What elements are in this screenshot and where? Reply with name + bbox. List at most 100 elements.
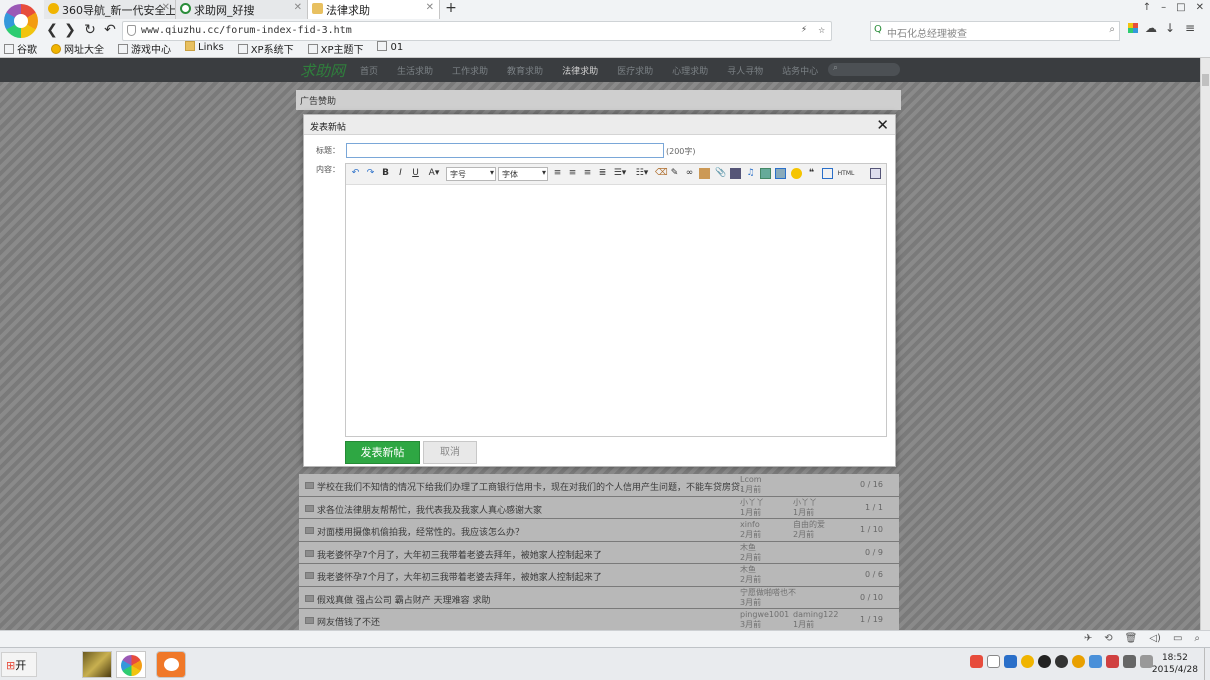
tab-close-icon[interactable]: ✕: [426, 2, 434, 13]
align-right-icon[interactable]: ≡: [582, 168, 593, 179]
font-family-select[interactable]: 字体: [498, 167, 548, 181]
bookmark-item[interactable]: 网址大全: [51, 41, 104, 57]
undo-close-icon[interactable]: ↶: [102, 22, 118, 38]
table-row[interactable]: 学校在我们不知情的情况下给我们办理了工商银行信用卡，现在对我们的个人信用产生问题…: [299, 474, 899, 497]
shield-icon[interactable]: [1004, 655, 1017, 668]
favorite-star-icon[interactable]: ☆: [818, 23, 825, 36]
tab-close-icon[interactable]: ✕: [294, 2, 302, 13]
thread-title[interactable]: 对面楼用摄像机偷拍我，经常性的。我应该怎么办？: [317, 525, 742, 538]
minimize-icon[interactable]: –: [1161, 2, 1166, 13]
eraser-icon[interactable]: ⌫: [655, 168, 668, 179]
bookmark-item[interactable]: XP主题下: [307, 41, 363, 57]
thread-author[interactable]: xinfo 2月前: [740, 520, 761, 540]
search-box[interactable]: Q 中石化总经理被查 ⌕: [870, 21, 1120, 41]
video-icon[interactable]: [730, 168, 741, 179]
tab-legal-help[interactable]: 法律求助 ✕: [308, 0, 440, 19]
menu-icon[interactable]: ≡: [1185, 21, 1195, 35]
font-color-icon[interactable]: A▾: [425, 168, 443, 179]
site-logo[interactable]: 求助网: [300, 60, 345, 81]
page-scrollbar[interactable]: [1200, 58, 1210, 630]
attachment-icon[interactable]: 📎: [715, 168, 726, 179]
show-desktop-button[interactable]: [1204, 648, 1210, 680]
unlink-icon[interactable]: [699, 168, 710, 179]
thread-author[interactable]: 木鱼 2月前: [740, 565, 761, 585]
table-row[interactable]: 我老婆怀孕7个月了，大年初三我带着老婆去拜年，被她家人控制起来了 木鱼 2月前 0 /…: [299, 541, 899, 564]
menu-item[interactable]: 教育求助: [507, 64, 543, 77]
thread-author[interactable]: 木鱼 2月前: [740, 543, 761, 563]
window-icon[interactable]: ▭: [1173, 633, 1182, 644]
submit-post-button[interactable]: 发表新帖: [345, 441, 420, 464]
menu-item[interactable]: 首页: [360, 64, 378, 77]
close-icon[interactable]: ✕: [876, 116, 889, 134]
thread-last-reply[interactable]: 小丫丫 1月前: [793, 498, 817, 518]
image-icon[interactable]: [760, 168, 771, 179]
qq-icon[interactable]: [1055, 655, 1068, 668]
tab-qiuzhu-search[interactable]: 求助网_好搜 ✕: [176, 0, 308, 19]
site-search-input[interactable]: ⌕: [828, 63, 900, 76]
cloud-icon[interactable]: ☁: [1145, 21, 1157, 35]
bookmark-item[interactable]: Links: [185, 41, 224, 57]
menu-item[interactable]: 生活求助: [397, 64, 433, 77]
pin-icon[interactable]: ↑: [1143, 2, 1151, 13]
bullet-list-icon[interactable]: ☰▾: [611, 168, 629, 179]
start-button[interactable]: ⊞开始: [1, 652, 37, 677]
thread-author[interactable]: Lcom 1月前: [740, 475, 762, 495]
thread-last-reply[interactable]: 自由的爱 2月前: [793, 520, 825, 540]
editor-body[interactable]: [346, 186, 886, 436]
bold-icon[interactable]: B: [380, 168, 391, 179]
fullscreen-icon[interactable]: [870, 168, 881, 179]
network-icon[interactable]: [1123, 655, 1136, 668]
bookmark-item[interactable]: 谷歌: [4, 41, 37, 57]
lightning-icon[interactable]: ⚡: [801, 24, 807, 35]
font-size-select[interactable]: 字号: [446, 167, 496, 181]
table-row[interactable]: 求各位法律朋友帮帮忙，我代表我及我家人真心感谢大家 小丫丫 1月前 小丫丫 1月前 1 /…: [299, 496, 899, 519]
tab-360-nav[interactable]: 360导航_新一代安全上 ✕: [44, 0, 176, 19]
bookmark-item[interactable]: XP系统下: [237, 41, 294, 57]
redo-icon[interactable]: ↷: [365, 168, 376, 179]
align-left-icon[interactable]: ≡: [552, 168, 563, 179]
title-input[interactable]: [346, 143, 664, 158]
thread-title[interactable]: 求各位法律朋友帮帮忙，我代表我及我家人真心感谢大家: [317, 503, 742, 516]
menu-item[interactable]: 寻人寻物: [727, 64, 763, 77]
scrollbar-thumb[interactable]: [1202, 74, 1209, 86]
close-window-icon[interactable]: ✕: [1196, 2, 1204, 13]
volume-icon[interactable]: ◁): [1149, 633, 1161, 644]
back-icon[interactable]: ❮: [44, 22, 60, 38]
input-method-icon[interactable]: [970, 655, 983, 668]
justify-icon[interactable]: ≣: [597, 168, 608, 179]
trash-icon[interactable]: 🗑: [1125, 633, 1138, 644]
app-tray-icon[interactable]: [1089, 655, 1102, 668]
taskbar-app-game[interactable]: [82, 651, 112, 678]
thread-title[interactable]: 网友借钱了不还: [317, 615, 742, 628]
bookmark-item[interactable]: 01: [377, 41, 403, 57]
thread-author[interactable]: pingwe1001 3月前: [740, 610, 789, 630]
numbered-list-icon[interactable]: ☷▾: [633, 168, 651, 179]
table-row[interactable]: 假戏真做 强占公司 霸占财产 天理难容 求助 宁愿做啪嗒也不 3月前 0 / 10: [299, 586, 899, 609]
format-brush-icon[interactable]: ✎: [669, 168, 680, 179]
address-bar[interactable]: www.qiuzhu.cc/forum-index-fid-3.htm ⚡ ☆: [122, 21, 832, 41]
music-icon[interactable]: ♫: [745, 168, 756, 179]
menu-item[interactable]: 心理求助: [672, 64, 708, 77]
thread-title[interactable]: 假戏真做 强占公司 霸占财产 天理难容 求助: [317, 593, 742, 606]
thread-title[interactable]: 我老婆怀孕7个月了，大年初三我带着老婆去拜年，被她家人控制起来了: [317, 570, 742, 583]
refresh-icon[interactable]: ⟲: [1104, 633, 1112, 644]
download-icon[interactable]: ↓: [1165, 21, 1175, 35]
italic-icon[interactable]: I: [395, 168, 406, 179]
app-tray-icon[interactable]: [1106, 655, 1119, 668]
table-icon[interactable]: [822, 168, 833, 179]
reload-icon[interactable]: ↻: [82, 22, 98, 38]
menu-item[interactable]: 医疗求助: [617, 64, 653, 77]
menu-item[interactable]: 工作求助: [452, 64, 488, 77]
360-safe-icon[interactable]: [1021, 655, 1034, 668]
qq-icon[interactable]: [1072, 655, 1085, 668]
bookmark-item[interactable]: 游戏中心: [118, 41, 171, 57]
zoom-icon[interactable]: ⌕: [1194, 633, 1200, 644]
taskbar-app-weibo[interactable]: [156, 651, 186, 678]
emoji-icon[interactable]: [791, 168, 802, 179]
maximize-icon[interactable]: □: [1176, 2, 1185, 13]
clock[interactable]: 18:52 2015/4/28: [1152, 652, 1198, 676]
thread-title[interactable]: 学校在我们不知情的情况下给我们办理了工商银行信用卡，现在对我们的个人信用产生问题…: [317, 480, 742, 493]
browser-logo-icon[interactable]: [4, 4, 38, 38]
table-row[interactable]: 对面楼用摄像机偷拍我，经常性的。我应该怎么办？ xinfo 2月前 自由的爱 2月前 1 …: [299, 519, 899, 542]
menu-item-active[interactable]: 法律求助: [562, 64, 598, 77]
